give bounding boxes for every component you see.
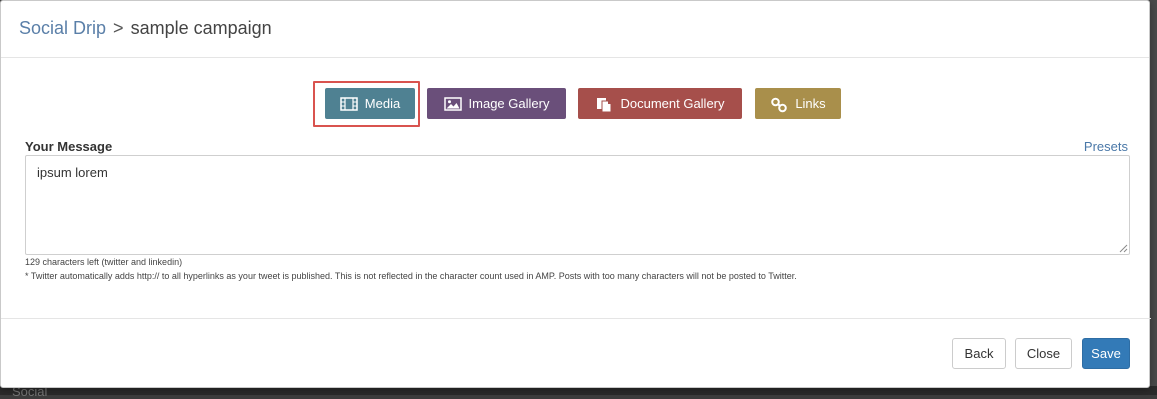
document-gallery-button[interactable]: Document Gallery xyxy=(578,88,742,119)
image-gallery-label: Image Gallery xyxy=(468,96,550,111)
your-message-label: Your Message xyxy=(25,139,113,154)
breadcrumb-current: sample campaign xyxy=(130,18,272,38)
link-icon xyxy=(770,97,788,112)
footer-divider xyxy=(1,318,1151,319)
breadcrumb-separator: > xyxy=(113,18,124,38)
document-gallery-label: Document Gallery xyxy=(620,96,725,111)
media-button[interactable]: Media xyxy=(325,88,415,119)
breadcrumb-root[interactable]: Social Drip xyxy=(19,18,106,38)
resize-grip-icon[interactable] xyxy=(1118,243,1128,253)
image-gallery-button[interactable]: Image Gallery xyxy=(427,88,566,119)
twitter-note: * Twitter automatically adds http:// to … xyxy=(25,271,797,281)
presets-link[interactable]: Presets xyxy=(1084,139,1128,154)
close-button[interactable]: Close xyxy=(1015,338,1072,369)
back-button[interactable]: Back xyxy=(952,338,1006,369)
links-button[interactable]: Links xyxy=(755,88,841,119)
message-textarea[interactable] xyxy=(25,155,1130,255)
character-count: 129 characters left (twitter and linkedi… xyxy=(25,257,183,267)
modal-header: Social Drip > sample campaign xyxy=(1,1,1149,58)
links-label: Links xyxy=(795,96,826,111)
save-button[interactable]: Save xyxy=(1082,338,1130,369)
content-toolbar: Media Image Gallery Document Gallery Lin… xyxy=(1,81,1151,129)
media-label: Media xyxy=(364,96,401,111)
image-icon xyxy=(443,96,462,111)
documents-icon xyxy=(595,97,613,112)
film-icon xyxy=(340,96,358,111)
social-drip-modal: Social Drip > sample campaign Media Imag… xyxy=(0,0,1151,388)
